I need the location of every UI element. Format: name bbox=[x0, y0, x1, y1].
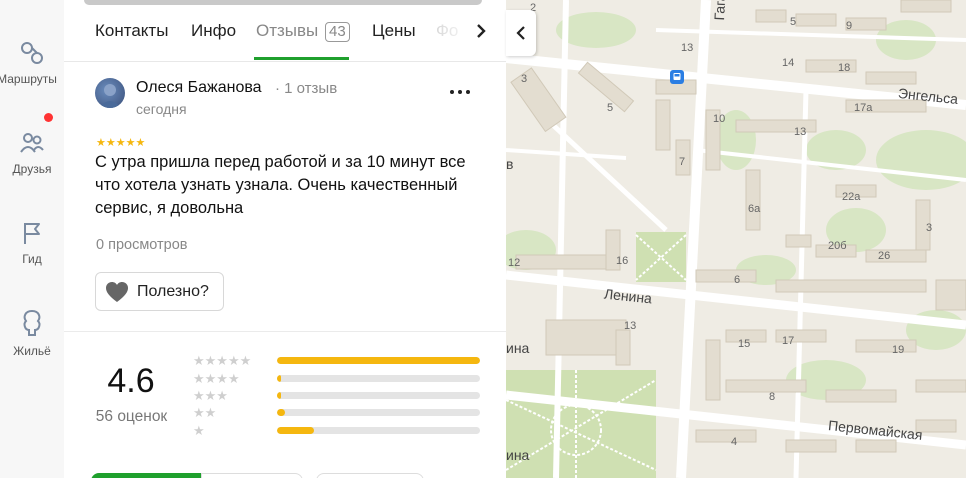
helpful-button[interactable]: Полезно? bbox=[95, 272, 224, 311]
rating-count: 56 оценок bbox=[95, 408, 168, 425]
reviews-count-badge: 43 bbox=[325, 22, 350, 42]
distribution-stars: ★★★★ bbox=[193, 371, 240, 386]
housing-icon bbox=[23, 309, 41, 336]
section-divider bbox=[64, 331, 506, 332]
rating-value: 4.6 bbox=[107, 362, 155, 400]
distribution-bar bbox=[277, 427, 480, 434]
street-label-partial-1: ина bbox=[506, 340, 530, 356]
distribution-stars: ★★★★★ bbox=[193, 353, 252, 368]
review-date: сегодня bbox=[136, 101, 187, 117]
bus-stop-icon[interactable] bbox=[670, 70, 684, 84]
distribution-bar-fill bbox=[277, 357, 480, 364]
review-stars: ★★★★★ bbox=[96, 137, 146, 149]
house-number: 3 bbox=[521, 73, 528, 85]
distribution-bar bbox=[277, 375, 480, 382]
views-count: 0 просмотров bbox=[96, 237, 188, 253]
map[interactable]: Гагарина Энгельса Ленина Первомайская ин… bbox=[506, 0, 966, 478]
house-number: 14 bbox=[782, 57, 795, 69]
active-tab-indicator bbox=[254, 57, 349, 60]
distribution-bar-fill bbox=[277, 409, 286, 416]
chevron-right-icon bbox=[477, 24, 486, 38]
rail-item-friends[interactable]: Друзья bbox=[0, 130, 64, 176]
place-panel: Контакты Инфо Отзывы 43 Цены Фо Олеся Ба… bbox=[64, 0, 506, 478]
house-number: 17а bbox=[854, 102, 873, 114]
rail-item-routes[interactable]: Маршруты bbox=[0, 40, 64, 86]
collapse-panel-button[interactable] bbox=[506, 10, 536, 56]
tabs-next-button[interactable] bbox=[470, 20, 492, 42]
tabs-bar: Контакты Инфо Отзывы 43 Цены Фо bbox=[64, 0, 506, 62]
house-number: 15 bbox=[738, 338, 751, 350]
distribution-bar-fill bbox=[277, 392, 282, 399]
tab-info[interactable]: Инфо bbox=[191, 21, 236, 41]
route-icon bbox=[21, 42, 43, 64]
house-number: 16 bbox=[616, 255, 629, 267]
chevron-left-icon bbox=[516, 26, 525, 40]
house-number: 6 bbox=[734, 274, 741, 286]
street-label-partial-3: в bbox=[506, 156, 514, 172]
left-rail: Маршруты Друзья Гид Жильё bbox=[0, 0, 64, 478]
house-number: 3 bbox=[926, 222, 933, 234]
rail-item-housing[interactable]: Жильё bbox=[0, 308, 64, 358]
house-number: 20б bbox=[828, 240, 847, 252]
sort-button[interactable] bbox=[201, 473, 303, 478]
author-review-count: · 1 отзыв bbox=[275, 80, 338, 97]
distribution-bar bbox=[277, 409, 480, 416]
heart-icon bbox=[106, 281, 128, 302]
distribution-stars: ★ bbox=[193, 423, 205, 438]
friends-icon bbox=[20, 133, 44, 153]
house-number: 13 bbox=[681, 42, 694, 54]
review-author[interactable]: Олеся Бажанова bbox=[136, 79, 262, 97]
tab-prices[interactable]: Цены bbox=[372, 21, 416, 41]
distribution-bar-fill bbox=[277, 375, 282, 382]
house-number: 18 bbox=[838, 62, 851, 74]
tab-contacts[interactable]: Контакты bbox=[95, 21, 168, 41]
flag-icon bbox=[24, 223, 40, 244]
house-number: 5 bbox=[607, 102, 614, 114]
house-number: 4 bbox=[731, 436, 738, 448]
house-number: 13 bbox=[794, 126, 807, 138]
house-number: 7 bbox=[679, 156, 686, 168]
rail-item-guide[interactable]: Гид bbox=[0, 220, 64, 266]
helpful-label: Полезно? bbox=[137, 282, 209, 300]
house-number: 8 bbox=[769, 391, 776, 403]
review-text: С утра пришла перед работой и за 10 мину… bbox=[95, 153, 466, 217]
rail-item-guide-label: Гид bbox=[22, 252, 42, 266]
house-number: 5 bbox=[790, 16, 797, 28]
house-number: 22а bbox=[842, 191, 861, 203]
notification-dot bbox=[44, 113, 53, 122]
house-number: 26 bbox=[878, 250, 891, 262]
house-number: 12 bbox=[508, 257, 521, 269]
house-number: 9 bbox=[846, 20, 853, 32]
distribution-bar bbox=[277, 392, 480, 399]
distribution-bar-fill bbox=[277, 427, 314, 434]
panel-handle bbox=[84, 0, 482, 5]
filter-button[interactable] bbox=[316, 473, 424, 478]
street-label-partial-2: ина bbox=[506, 447, 530, 463]
house-number: 10 bbox=[713, 113, 726, 125]
house-number: 13 bbox=[624, 320, 637, 332]
distribution-stars: ★★★ bbox=[193, 388, 228, 403]
avatar[interactable] bbox=[95, 78, 125, 108]
distribution-stars: ★★ bbox=[193, 405, 217, 420]
tab-reviews-label: Отзывы bbox=[256, 21, 319, 40]
rail-item-friends-label: Друзья bbox=[12, 162, 52, 176]
map-canvas bbox=[506, 0, 966, 478]
write-review-button[interactable] bbox=[91, 473, 201, 478]
tabs-fade bbox=[424, 14, 474, 48]
distribution-bar bbox=[277, 357, 480, 364]
house-number: 19 bbox=[892, 344, 905, 356]
rail-item-routes-label: Маршруты bbox=[0, 72, 57, 86]
house-number: 6а bbox=[748, 203, 761, 215]
rail-item-housing-label: Жильё bbox=[13, 344, 51, 358]
more-options-button[interactable] bbox=[448, 84, 472, 100]
tab-reviews[interactable]: Отзывы 43 bbox=[256, 21, 350, 42]
house-number: 17 bbox=[782, 335, 795, 347]
